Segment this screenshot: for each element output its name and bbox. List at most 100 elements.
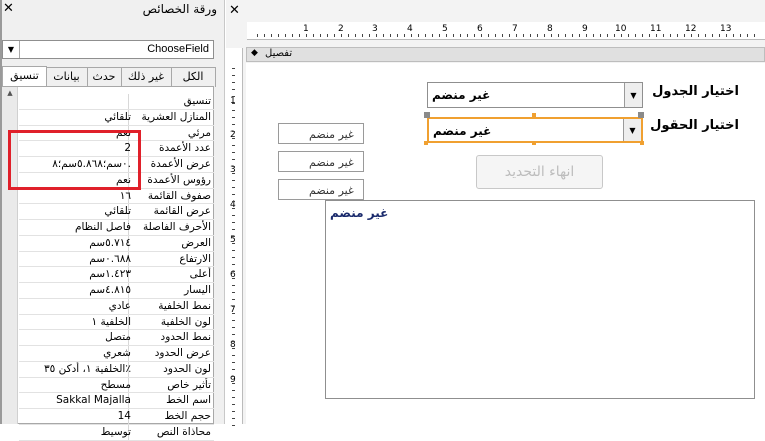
ruler-tick: [232, 334, 235, 335]
property-value[interactable]: 14: [19, 409, 134, 424]
property-row[interactable]: اسم الخط Sakkal Majalla: [19, 393, 214, 409]
ruler-tick: [362, 34, 363, 37]
ruler-number: 11: [650, 24, 662, 34]
property-value[interactable]: فاصل النظام: [19, 220, 134, 235]
ruler-tick: [621, 34, 622, 37]
fields-combo[interactable]: غير منضم ▼: [427, 117, 643, 143]
ruler-tick: [285, 34, 286, 37]
property-row[interactable]: تأثير خاص مسطح: [19, 377, 214, 394]
ruler-tick: [299, 34, 300, 37]
ruler-tick: [383, 34, 384, 37]
resize-handle[interactable]: [640, 141, 644, 145]
tab-data[interactable]: بيانات: [45, 67, 88, 87]
ruler-tick: [558, 34, 559, 37]
ruler-tick: [376, 34, 377, 37]
resize-handle[interactable]: [532, 141, 536, 145]
property-row[interactable]: المنازل العشرية تلقائي: [19, 109, 214, 126]
property-value[interactable]: توسيط: [19, 425, 134, 440]
chevron-down-icon[interactable]: ▼: [3, 41, 20, 58]
chevron-down-icon[interactable]: ▼: [623, 119, 641, 141]
property-row[interactable]: لون الحدود الخلفية ١، أدكن ٣٥٪: [19, 361, 214, 378]
property-row[interactable]: نمط الحدود متصل: [19, 330, 214, 346]
section-label: تفصيل: [265, 48, 293, 59]
property-value[interactable]: متصل: [19, 330, 134, 345]
property-row[interactable]: حجم الخط 14: [19, 409, 214, 425]
property-row[interactable]: تنسيق: [19, 94, 214, 110]
resize-handle[interactable]: [424, 141, 428, 145]
property-value[interactable]: تلقائي: [19, 110, 134, 125]
tab-all[interactable]: الكل: [170, 67, 216, 87]
property-row[interactable]: عرض القائمة تلقائي: [19, 204, 214, 220]
property-row[interactable]: نمط الخلفية عادي: [19, 298, 214, 315]
detail-section-bar[interactable]: ◆ تفصيل: [246, 47, 765, 62]
property-value[interactable]: تلقائي: [19, 204, 134, 219]
property-value[interactable]: Sakkal Majalla: [19, 393, 134, 408]
unbound-textbox-2[interactable]: غير منضم: [278, 151, 364, 172]
ruler-tick: [232, 320, 235, 321]
property-row[interactable]: العرض ٥.٧١٤سم: [19, 235, 214, 252]
property-row[interactable]: عرض الحدود شعري: [19, 346, 214, 362]
ruler-number: 2: [338, 24, 344, 34]
finish-selection-button[interactable]: انهاء التحديد: [476, 155, 603, 189]
resize-handle[interactable]: [532, 113, 536, 117]
ruler-tick: [348, 34, 349, 37]
ruler-tick: [232, 369, 235, 370]
ruler-tick: [334, 34, 335, 37]
ruler-tick: [232, 82, 235, 83]
unbound-textbox-1[interactable]: غير منضم: [278, 123, 364, 144]
ruler-tick: [232, 222, 235, 223]
property-row[interactable]: اليسار ٤.٨١٥سم: [19, 283, 214, 299]
property-row[interactable]: أعلى ١.٤٢٣سم: [19, 267, 214, 283]
list-box-value: غير منضم: [330, 206, 389, 220]
property-row[interactable]: الارتفاع ٠.٦٨٨سم: [19, 251, 214, 268]
list-box[interactable]: غير منضم: [325, 200, 755, 399]
close-icon[interactable]: ✕: [229, 3, 240, 18]
property-row[interactable]: لون الخلفية الخلفية ١: [19, 314, 214, 331]
chevron-down-icon[interactable]: ▼: [624, 83, 642, 107]
ruler-number: 10: [615, 24, 627, 34]
property-row[interactable]: صفوف القائمة ١٦: [19, 188, 214, 205]
scroll-up-icon[interactable]: ▲: [2, 87, 18, 99]
close-icon[interactable]: ✕: [3, 1, 14, 16]
ruler-tick: [586, 34, 587, 37]
property-row[interactable]: محاذاة النص توسيط: [19, 424, 214, 441]
ruler-tick: [397, 34, 398, 37]
property-value[interactable]: عادي: [19, 299, 134, 314]
property-value[interactable]: الخلفية ١: [19, 315, 134, 330]
property-label: تأثير خاص: [128, 377, 214, 393]
property-value[interactable]: [19, 94, 134, 109]
property-value[interactable]: مسطح: [19, 378, 134, 393]
ruler-number: 7: [512, 24, 518, 34]
tab-other[interactable]: غير ذلك: [120, 67, 172, 87]
property-value[interactable]: الخلفية ١، أدكن ٣٥٪: [19, 362, 134, 377]
property-value[interactable]: ٥.٧١٤سم: [19, 236, 134, 251]
unbound-textbox-3[interactable]: غير منضم: [278, 179, 364, 200]
tab-event[interactable]: حدث: [86, 67, 122, 87]
property-value[interactable]: ١.٤٢٣سم: [19, 267, 134, 282]
property-value[interactable]: ٠.٦٨٨سم: [19, 252, 134, 267]
ruler-tick: [705, 34, 706, 37]
property-value[interactable]: ٤.٨١٥سم: [19, 283, 134, 298]
ruler-tick: [232, 215, 235, 216]
ruler-tick: [232, 397, 235, 398]
object-selector-combo[interactable]: ▼ ChooseField: [2, 40, 214, 59]
property-value[interactable]: شعري: [19, 346, 134, 361]
table-combo[interactable]: غير منضم ▼: [427, 82, 643, 108]
ruler-tick: [495, 34, 496, 37]
ruler-tick: [232, 425, 235, 426]
ruler-tick: [418, 34, 419, 37]
ruler-tick: [232, 180, 235, 181]
ruler-tick: [460, 34, 461, 37]
tab-format[interactable]: تنسيق: [2, 66, 47, 88]
ruler-tick: [733, 34, 734, 37]
resize-handle[interactable]: [424, 112, 430, 118]
property-row[interactable]: الأحرف الفاصلة فاصل النظام: [19, 220, 214, 236]
ruler-tick: [232, 236, 235, 237]
ruler-tick: [232, 166, 235, 167]
table-label: اختيار الجدول: [652, 84, 739, 99]
ruler-tick: [232, 194, 235, 195]
property-value[interactable]: ١٦: [19, 189, 134, 204]
ruler-tick: [502, 34, 503, 37]
resize-handle[interactable]: [638, 112, 644, 118]
ruler-tick: [446, 34, 447, 37]
